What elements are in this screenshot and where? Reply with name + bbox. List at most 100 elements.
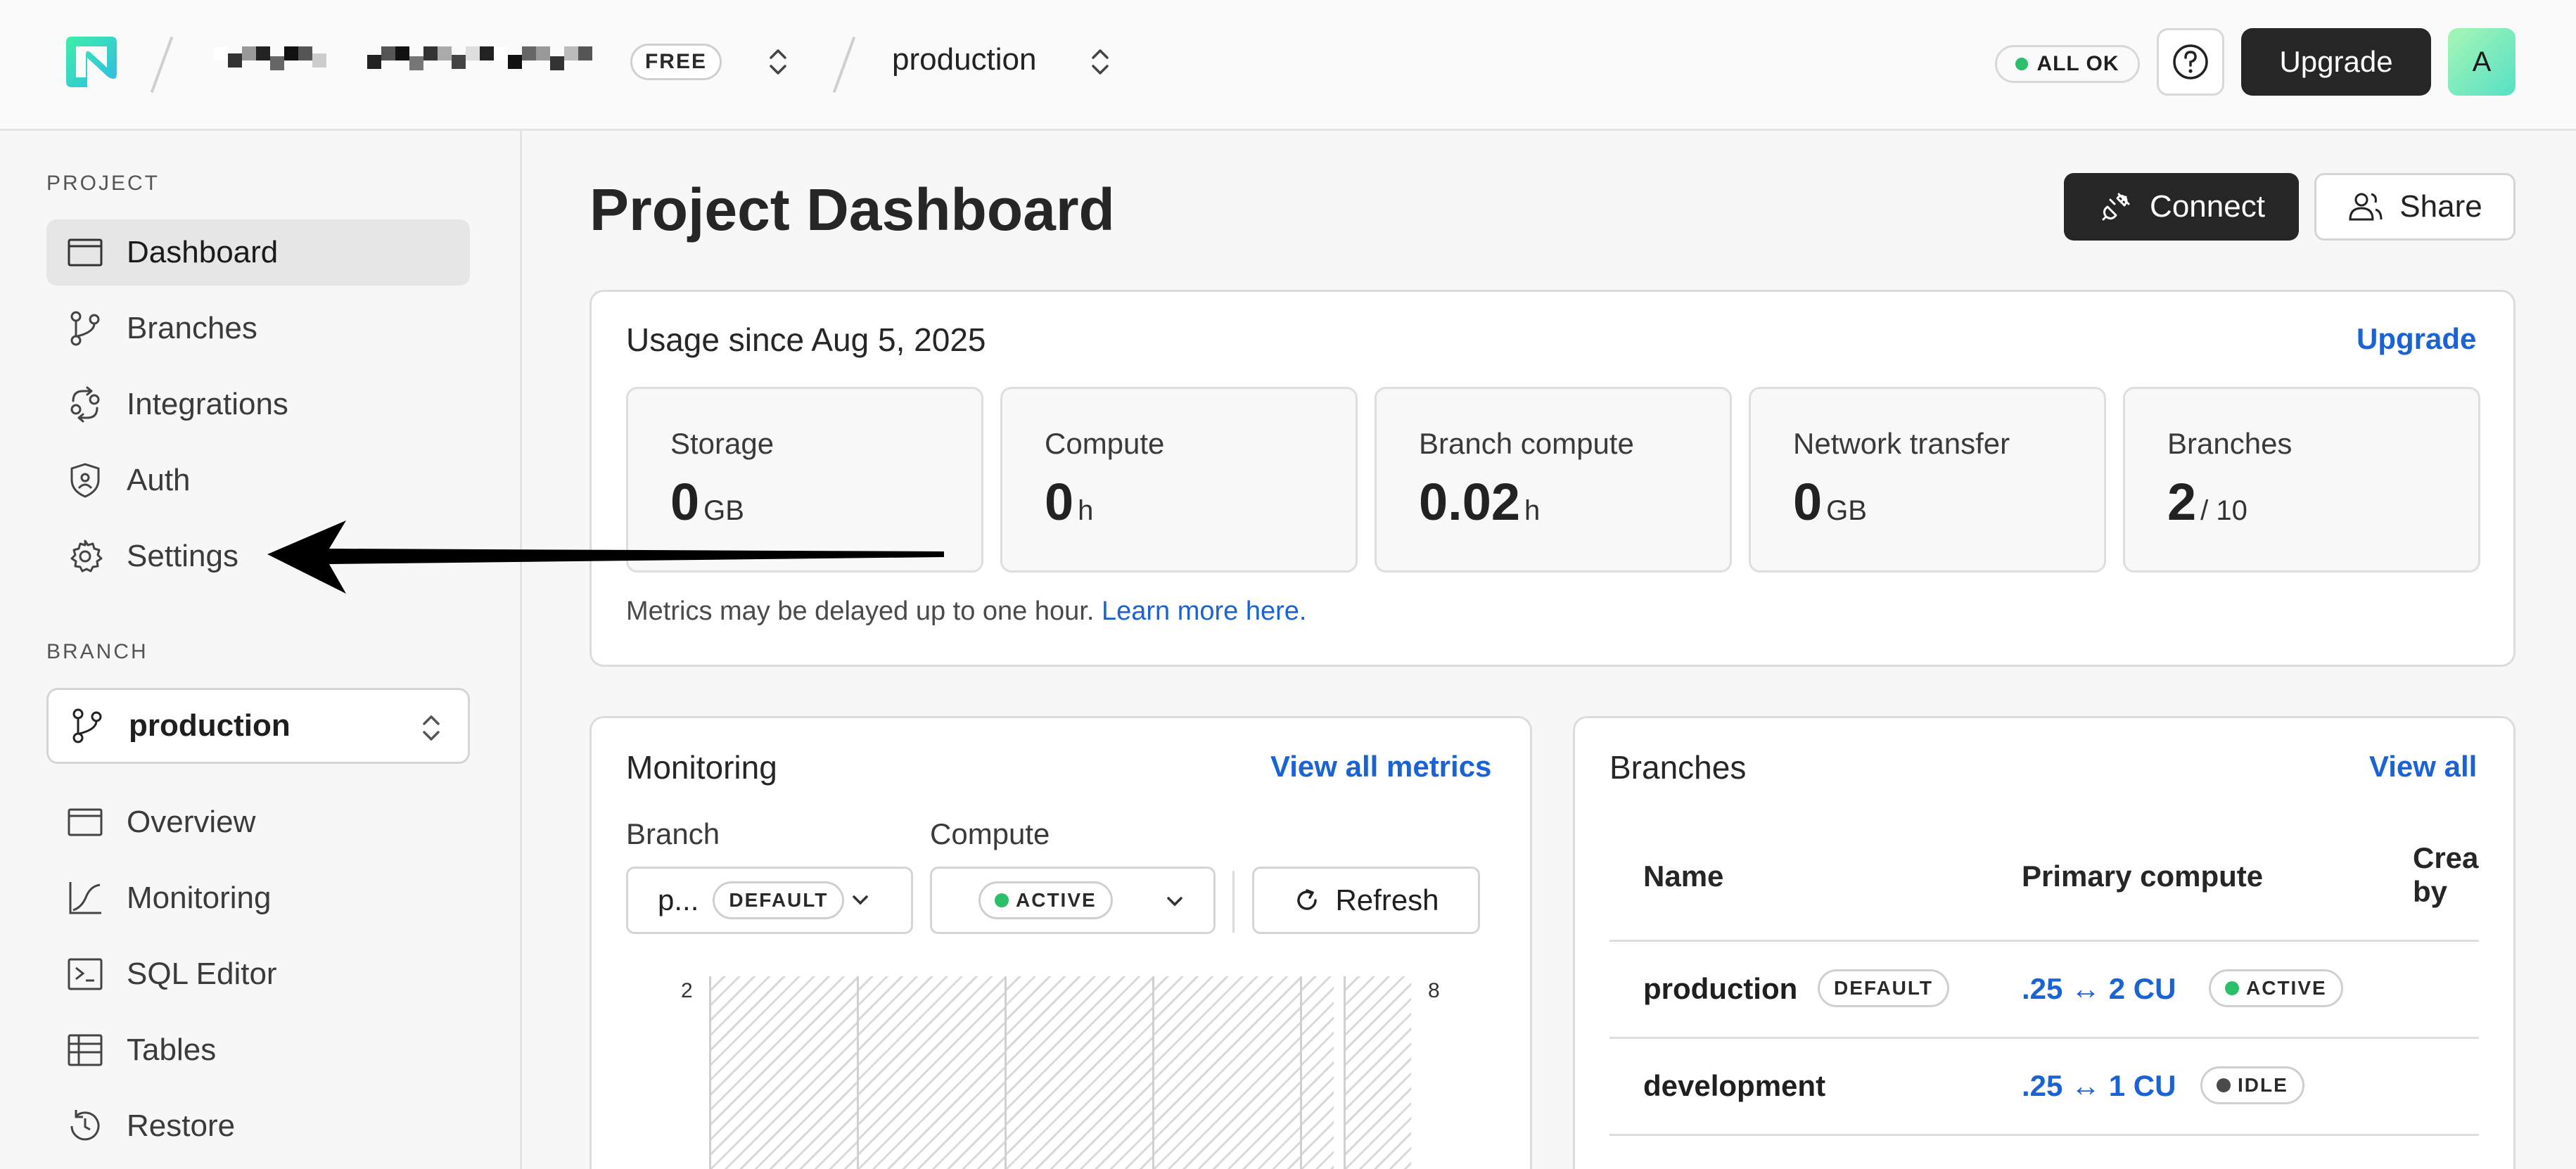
table-divider bbox=[1609, 1134, 2479, 1136]
upgrade-button[interactable]: Upgrade bbox=[2241, 28, 2431, 96]
sidebar-item-label: Dashboard bbox=[127, 235, 279, 269]
branch-name[interactable]: development bbox=[1643, 1069, 1825, 1103]
toolbar-divider bbox=[1232, 871, 1235, 933]
select-value: p... bbox=[658, 883, 699, 916]
metric-label: Compute bbox=[1045, 427, 1165, 460]
gear-icon bbox=[70, 539, 103, 573]
overview-icon bbox=[68, 808, 103, 836]
sidebar-item-dashboard[interactable]: Dashboard bbox=[46, 219, 470, 286]
help-button[interactable] bbox=[2157, 28, 2224, 96]
dashboard-icon bbox=[68, 238, 103, 267]
sidebar: PROJECT Dashboard Branches Integrations … bbox=[0, 131, 522, 1169]
chevron-down-icon bbox=[1167, 897, 1182, 907]
project-section-heading: PROJECT bbox=[46, 172, 160, 195]
chart-bar bbox=[1300, 976, 1334, 1169]
sidebar-item-label: Restore bbox=[127, 1109, 236, 1143]
sidebar-item-monitoring[interactable]: Monitoring bbox=[46, 865, 470, 931]
chart-bar bbox=[709, 976, 857, 1169]
branch-icon bbox=[72, 708, 102, 743]
sidebar-item-label: Branches bbox=[127, 311, 257, 345]
col-header-primary-compute[interactable]: Primary compute bbox=[2022, 860, 2263, 893]
sidebar-item-restore[interactable]: Restore bbox=[46, 1093, 470, 1159]
metric-label: Network transfer bbox=[1793, 427, 2010, 460]
active-badge: ACTIVE bbox=[978, 881, 1113, 919]
connect-label: Connect bbox=[2150, 189, 2265, 224]
monitoring-title: Monitoring bbox=[626, 749, 777, 786]
sidebar-item-label: Monitoring bbox=[127, 881, 272, 915]
share-button[interactable]: Share bbox=[2314, 173, 2516, 241]
col-header-name[interactable]: Name bbox=[1643, 860, 1723, 893]
branch-switcher-chevron-icon[interactable] bbox=[1090, 45, 1110, 79]
chevron-down-icon bbox=[853, 895, 869, 905]
branch-selector[interactable]: production bbox=[46, 688, 470, 764]
neon-logo-icon[interactable] bbox=[62, 32, 121, 91]
monitoring-branch-select[interactable]: p... DEFAULT bbox=[626, 867, 913, 934]
refresh-button[interactable]: Refresh bbox=[1252, 867, 1480, 934]
sidebar-item-label: Overview bbox=[127, 805, 256, 839]
metric-value: 2/ 10 bbox=[2167, 473, 2247, 531]
compute-range-link[interactable]: .25 ↔ 1 CU bbox=[2022, 1069, 2176, 1103]
metric-branch-compute: Branch compute 0.02 h bbox=[1375, 387, 1732, 573]
top-bar: FREE production ALL OK Upgrade A bbox=[0, 0, 2576, 131]
view-all-metrics-link[interactable]: View all metrics bbox=[1270, 750, 1491, 784]
plug-icon bbox=[2102, 193, 2130, 221]
sidebar-item-auth[interactable]: Auth bbox=[46, 447, 470, 513]
sidebar-item-label: Tables bbox=[127, 1033, 217, 1067]
metric-label: Branches bbox=[2167, 427, 2293, 460]
table-divider bbox=[1609, 1037, 2479, 1039]
project-owner-redacted[interactable] bbox=[367, 46, 592, 76]
chart-bar bbox=[1005, 976, 1152, 1169]
sidebar-item-label: SQL Editor bbox=[127, 957, 277, 991]
sidebar-item-tables[interactable]: Tables bbox=[46, 1017, 470, 1083]
annotation-arrow-icon bbox=[267, 520, 944, 594]
learn-more-link[interactable]: Learn more here. bbox=[1102, 596, 1307, 626]
refresh-label: Refresh bbox=[1335, 883, 1439, 916]
project-name[interactable]: production bbox=[892, 42, 1036, 77]
usage-upgrade-link[interactable]: Upgrade bbox=[2357, 322, 2476, 356]
metric-value: 0h bbox=[1045, 473, 1094, 531]
y-axis-right-tick: 8 bbox=[1428, 979, 1440, 1002]
share-label: Share bbox=[2399, 189, 2482, 224]
default-badge: DEFAULT bbox=[1818, 969, 1950, 1007]
idle-badge: IDLE bbox=[2200, 1066, 2304, 1104]
compute-range-link[interactable]: .25 ↔ 2 CU bbox=[2022, 972, 2176, 1006]
integrations-icon bbox=[70, 386, 100, 423]
connect-button[interactable]: Connect bbox=[2064, 173, 2299, 241]
page-title: Project Dashboard bbox=[589, 177, 1115, 243]
branch-name[interactable]: production bbox=[1643, 972, 1797, 1006]
status-badge[interactable]: ALL OK bbox=[1995, 45, 2140, 83]
help-icon bbox=[2173, 44, 2208, 79]
monitoring-chart bbox=[709, 976, 1411, 1169]
metric-label: Storage bbox=[670, 427, 774, 460]
branch-field-label: Branch bbox=[626, 817, 720, 850]
monitoring-compute-select[interactable]: ACTIVE bbox=[930, 867, 1216, 934]
metric-value: 0 GB bbox=[1793, 473, 1867, 531]
sidebar-item-branches[interactable]: Branches bbox=[46, 295, 470, 362]
metric-compute: Compute 0h bbox=[1000, 387, 1358, 573]
metric-branches: Branches 2/ 10 bbox=[2123, 387, 2480, 573]
chart-bar bbox=[857, 976, 1005, 1169]
avatar[interactable]: A bbox=[2448, 28, 2516, 96]
breadcrumb-separator bbox=[150, 36, 174, 94]
sidebar-item-sql-editor[interactable]: SQL Editor bbox=[46, 941, 470, 1007]
table-icon bbox=[68, 1034, 103, 1066]
chart-bar bbox=[1344, 976, 1411, 1169]
status-dot bbox=[2015, 58, 2029, 70]
refresh-icon bbox=[1297, 889, 1318, 910]
terminal-icon bbox=[68, 958, 103, 990]
metric-value: 0.02 h bbox=[1419, 473, 1541, 531]
sidebar-item-overview[interactable]: Overview bbox=[46, 789, 470, 855]
status-text: ALL OK bbox=[2036, 52, 2119, 75]
active-badge: ACTIVE bbox=[2209, 969, 2343, 1007]
sidebar-item-integrations[interactable]: Integrations bbox=[46, 371, 470, 437]
breadcrumb-separator bbox=[832, 36, 856, 94]
org-name-redacted[interactable] bbox=[214, 46, 326, 76]
usage-title: Usage since Aug 5, 2025 bbox=[626, 321, 986, 358]
default-badge: DEFAULT bbox=[713, 881, 845, 919]
view-all-branches-link[interactable]: View all bbox=[2369, 750, 2477, 784]
col-header-created-by[interactable]: Crea by bbox=[2413, 841, 2479, 909]
monitoring-icon bbox=[69, 882, 101, 914]
metric-label: Branch compute bbox=[1419, 427, 1634, 460]
project-switcher-chevron-icon[interactable] bbox=[768, 45, 788, 79]
metric-network-transfer: Network transfer 0 GB bbox=[1749, 387, 2106, 573]
